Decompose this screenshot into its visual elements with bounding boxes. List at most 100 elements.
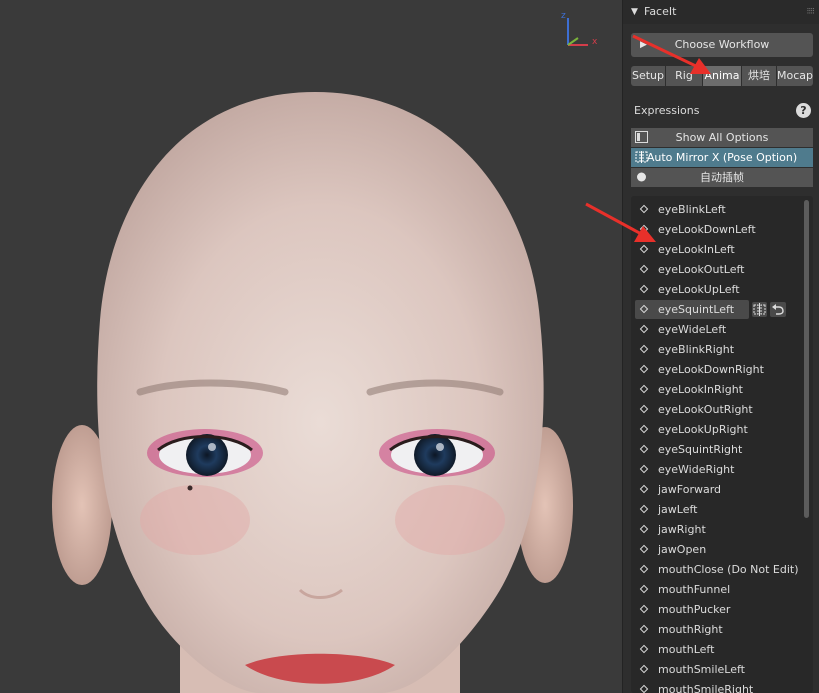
expression-item[interactable]: eyeLookDownRight bbox=[635, 360, 803, 379]
collapse-triangle-icon[interactable]: ▼ bbox=[631, 0, 638, 24]
tab-setup[interactable]: Setup bbox=[631, 66, 665, 86]
expression-item[interactable]: mouthClose (Do Not Edit) bbox=[635, 560, 803, 579]
expression-label: mouthFunnel bbox=[658, 583, 731, 596]
keyframe-diamond-icon[interactable] bbox=[639, 524, 649, 534]
keyframe-diamond-icon[interactable] bbox=[639, 264, 649, 274]
faceit-sidebar: ▼ FaceIt ⁝⁝⁝⁝ ▶ Choose Workflow Setup Ri… bbox=[622, 0, 819, 693]
expression-label: jawForward bbox=[658, 483, 722, 496]
reset-expression-button[interactable] bbox=[770, 302, 786, 317]
expression-item[interactable]: jawForward bbox=[635, 480, 803, 499]
expression-item[interactable]: eyeLookInRight bbox=[635, 380, 803, 399]
expression-item[interactable]: mouthLeft bbox=[635, 640, 803, 659]
expression-item[interactable]: mouthSmileRight bbox=[635, 680, 803, 693]
expression-item[interactable]: jawRight bbox=[635, 520, 803, 539]
expression-item[interactable]: eyeLookInLeft bbox=[635, 240, 803, 259]
expression-item[interactable]: eyeLookUpRight bbox=[635, 420, 803, 439]
expression-label: eyeWideLeft bbox=[658, 323, 727, 336]
panel-icon bbox=[635, 131, 648, 143]
expression-label: eyeLookUpRight bbox=[658, 423, 748, 436]
expression-label: mouthLeft bbox=[658, 643, 715, 656]
expression-item[interactable]: mouthSmileLeft bbox=[635, 660, 803, 679]
expression-label: mouthClose (Do Not Edit) bbox=[658, 563, 799, 576]
expression-label: mouthPucker bbox=[658, 603, 731, 616]
3d-viewport[interactable]: z x bbox=[0, 0, 622, 693]
keyframe-diamond-icon[interactable] bbox=[639, 624, 649, 634]
tab-rig[interactable]: Rig bbox=[666, 66, 702, 86]
keyframe-diamond-icon[interactable] bbox=[639, 684, 649, 693]
expression-label: eyeWideRight bbox=[658, 463, 735, 476]
expression-item[interactable]: eyeSquintLeft bbox=[635, 300, 803, 319]
panel-header[interactable]: ▼ FaceIt ⁝⁝⁝⁝ bbox=[623, 0, 819, 24]
keyframe-diamond-icon[interactable] bbox=[639, 644, 649, 654]
expression-label: eyeBlinkLeft bbox=[658, 203, 726, 216]
expression-label: eyeLookInLeft bbox=[658, 243, 735, 256]
gizmo-z-label: z bbox=[561, 11, 566, 21]
face-render: z x bbox=[52, 11, 598, 693]
expression-item[interactable]: eyeLookUpLeft bbox=[635, 280, 803, 299]
help-icon[interactable]: ? bbox=[796, 103, 811, 118]
expression-label: eyeSquintRight bbox=[658, 443, 743, 456]
choose-workflow-label: Choose Workflow bbox=[674, 38, 770, 51]
expression-item[interactable]: eyeBlinkLeft bbox=[635, 200, 803, 219]
expression-label: mouthSmileLeft bbox=[658, 663, 745, 676]
list-scrollbar[interactable] bbox=[804, 200, 809, 518]
expression-label: mouthSmileRight bbox=[658, 683, 754, 693]
tab-anima[interactable]: Anima bbox=[703, 66, 741, 86]
expression-item[interactable]: eyeWideLeft bbox=[635, 320, 803, 339]
expression-item[interactable]: mouthRight bbox=[635, 620, 803, 639]
expression-label: eyeSquintLeft bbox=[658, 303, 735, 316]
auto-keyframe-toggle[interactable]: 自动插帧 bbox=[631, 168, 813, 187]
expression-item[interactable]: eyeLookOutLeft bbox=[635, 260, 803, 279]
keyframe-diamond-icon[interactable] bbox=[639, 664, 649, 674]
keyframe-diamond-icon[interactable] bbox=[639, 344, 649, 354]
mirror-expression-button[interactable] bbox=[752, 302, 767, 317]
expression-item[interactable]: jawLeft bbox=[635, 500, 803, 519]
choose-workflow-button[interactable]: ▶ Choose Workflow bbox=[631, 33, 813, 57]
keyframe-diamond-icon[interactable] bbox=[639, 464, 649, 474]
expression-label: eyeLookOutLeft bbox=[658, 263, 745, 276]
tab-bake[interactable]: 烘培 bbox=[742, 66, 776, 86]
auto-keyframe-label: 自动插帧 bbox=[700, 171, 744, 184]
keyframe-diamond-icon[interactable] bbox=[639, 224, 649, 234]
expression-item[interactable]: eyeBlinkRight bbox=[635, 340, 803, 359]
keyframe-diamond-icon[interactable] bbox=[639, 244, 649, 254]
expressions-list[interactable]: eyeBlinkLeft eyeLookDownLeft eyeLookInLeft… bbox=[631, 196, 813, 693]
keyframe-diamond-icon[interactable] bbox=[639, 544, 649, 554]
keyframe-diamond-icon[interactable] bbox=[639, 324, 649, 334]
expression-item[interactable]: eyeWideRight bbox=[635, 460, 803, 479]
keyframe-diamond-icon[interactable] bbox=[639, 364, 649, 374]
drag-grip-icon[interactable]: ⁝⁝⁝⁝ bbox=[807, 0, 816, 24]
keyframe-diamond-icon[interactable] bbox=[639, 204, 649, 214]
expression-item[interactable]: mouthFunnel bbox=[635, 580, 803, 599]
show-all-options-toggle[interactable]: Show All Options bbox=[631, 128, 813, 147]
expression-item[interactable]: eyeLookOutRight bbox=[635, 400, 803, 419]
keyframe-diamond-icon[interactable] bbox=[639, 424, 649, 434]
keyframe-diamond-icon[interactable] bbox=[639, 584, 649, 594]
expression-label: eyeLookOutRight bbox=[658, 403, 753, 416]
auto-mirror-x-toggle[interactable]: Auto Mirror X (Pose Option) bbox=[631, 148, 813, 167]
keyframe-diamond-icon[interactable] bbox=[639, 444, 649, 454]
keyframe-diamond-icon[interactable] bbox=[639, 604, 649, 614]
expression-item[interactable]: mouthPucker bbox=[635, 600, 803, 619]
expression-item[interactable]: jawOpen bbox=[635, 540, 803, 559]
keyframe-diamond-icon[interactable] bbox=[639, 564, 649, 574]
expression-item[interactable]: eyeSquintRight bbox=[635, 440, 803, 459]
record-dot-icon bbox=[637, 172, 646, 182]
expression-label: eyeLookUpLeft bbox=[658, 283, 740, 296]
expression-item[interactable]: eyeLookDownLeft bbox=[635, 220, 803, 239]
tab-mocap[interactable]: Mocap bbox=[777, 66, 813, 86]
auto-mirror-x-label: Auto Mirror X (Pose Option) bbox=[646, 151, 798, 164]
expression-label: jawLeft bbox=[658, 503, 698, 516]
keyframe-diamond-icon[interactable] bbox=[639, 384, 649, 394]
keyframe-diamond-icon[interactable] bbox=[639, 484, 649, 494]
expression-label: eyeLookInRight bbox=[658, 383, 743, 396]
keyframe-diamond-icon[interactable] bbox=[639, 504, 649, 514]
panel-title: FaceIt bbox=[644, 5, 677, 18]
keyframe-diamond-icon[interactable] bbox=[639, 404, 649, 414]
undo-icon bbox=[772, 304, 784, 315]
expressions-title: Expressions bbox=[634, 104, 700, 117]
expression-label: eyeLookDownLeft bbox=[658, 223, 756, 236]
mirror-icon bbox=[635, 151, 648, 163]
keyframe-diamond-icon[interactable] bbox=[639, 284, 649, 294]
tab-bar: Setup Rig Anima 烘培 Mocap bbox=[631, 66, 813, 86]
